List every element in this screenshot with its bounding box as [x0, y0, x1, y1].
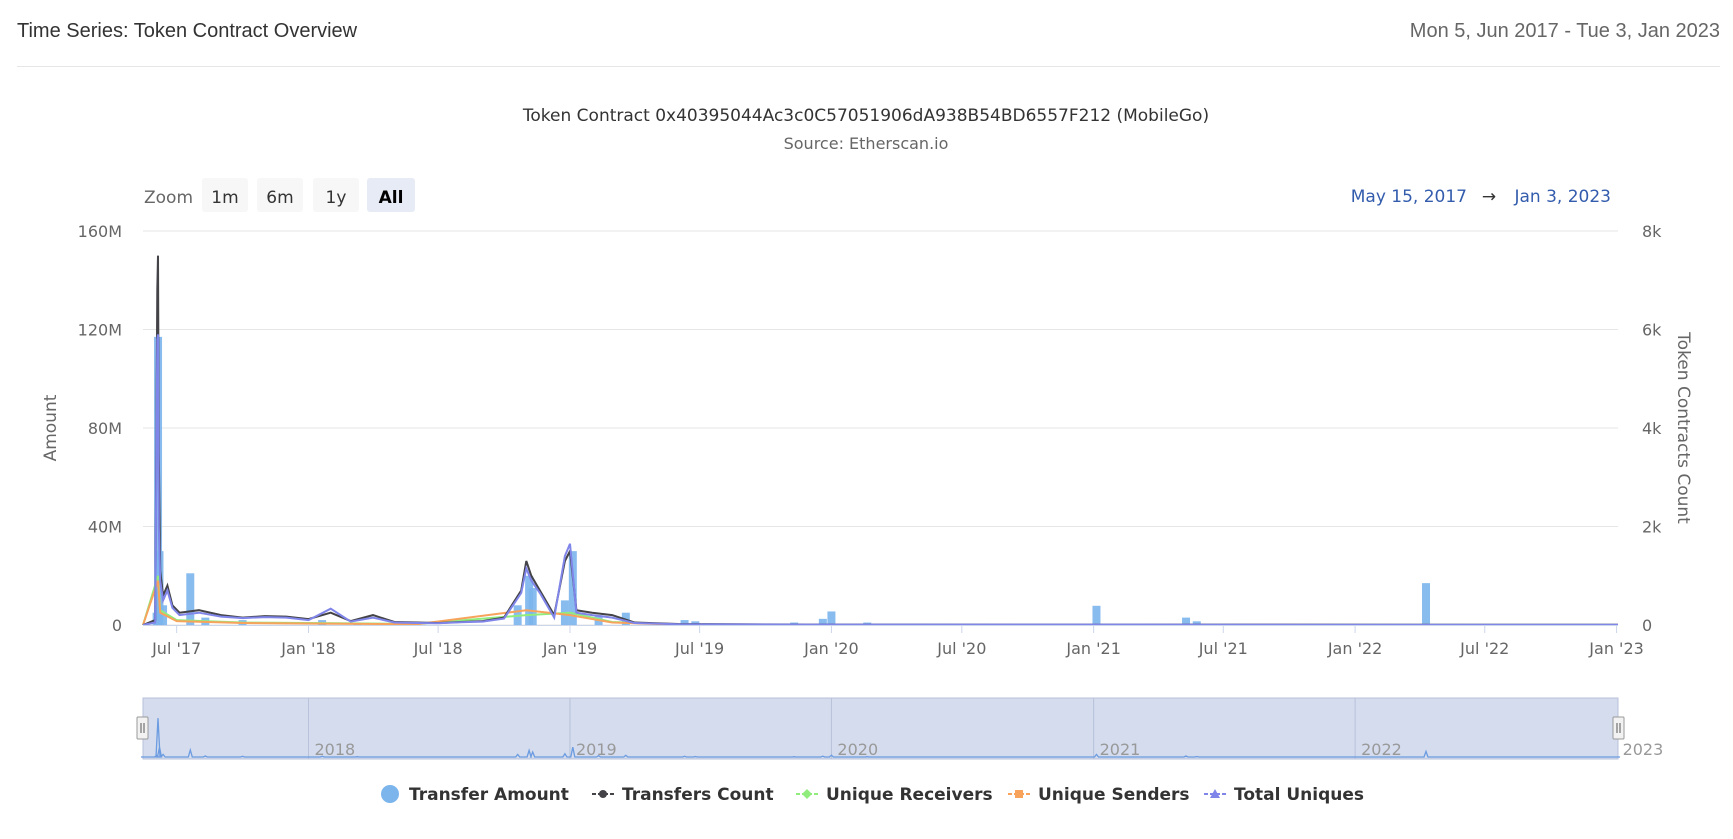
x-axis-tick-label: Jan '20: [803, 639, 859, 658]
navigator-right-handle[interactable]: [1612, 716, 1625, 740]
navigator-year-label: 2023: [1623, 740, 1664, 759]
legend-transfers-count-symbol: [599, 790, 607, 798]
zoom-label: Zoom: [144, 188, 193, 208]
legend-unique-senders[interactable]: Unique Senders: [1008, 785, 1190, 805]
transfer-amount-bar[interactable]: [1422, 583, 1431, 625]
navigator-year-label: 2018: [314, 740, 355, 759]
legend-total-uniques-label: Total Uniques: [1234, 785, 1364, 805]
legend-unique-senders-symbol: [1015, 790, 1023, 798]
transfers-count-line[interactable]: [142, 255, 1619, 626]
x-axis: Jul '17 Jan '18 Jul '18 Jan '19 Jul '19 Jan '…: [143, 625, 1644, 658]
x-axis-tick-label: Jul '19: [674, 639, 724, 658]
y-axis-right: 0 2k 4k 6k 8k: [1642, 222, 1662, 635]
range-to-date[interactable]: Jan 3, 2023: [1514, 187, 1612, 207]
range-arrow: →: [1482, 187, 1496, 207]
range-from-date[interactable]: May 15, 2017: [1351, 187, 1467, 207]
legend-total-uniques[interactable]: Total Uniques: [1204, 785, 1364, 805]
x-axis-tick-label: Jan '19: [542, 639, 598, 658]
x-axis-tick-label: Jul '21: [1198, 639, 1248, 658]
x-axis-tick-label: Jan '23: [1588, 639, 1644, 658]
y-axis-left-tick-label: 40M: [88, 518, 122, 537]
x-axis-tick-label: Jan '22: [1327, 639, 1383, 658]
y-axis-left-tick-label: 80M: [88, 419, 122, 438]
x-axis-tick-label: Jul '17: [151, 639, 201, 658]
legend-transfer-amount[interactable]: Transfer Amount: [381, 785, 569, 805]
chart: Token Contract 0x40395044Ac3c0C57051906d…: [41, 106, 1693, 805]
transfer-amount-bar[interactable]: [1092, 605, 1101, 625]
navigator-year-label: 2019: [576, 740, 617, 759]
y-axis-right-tick-label: 2k: [1642, 518, 1662, 537]
x-axis-tick-label: Jul '20: [936, 639, 986, 658]
chart-title: Token Contract 0x40395044Ac3c0C57051906d…: [522, 106, 1209, 126]
navigator[interactable]: 2018 2019 2020 2021 2022 2023: [136, 697, 1664, 760]
legend-transfer-amount-symbol: [381, 785, 399, 803]
zoom-button-1y[interactable]: 1y: [313, 178, 359, 212]
legend-transfer-amount-label: Transfer Amount: [409, 785, 569, 805]
navigator-left-handle[interactable]: [136, 716, 149, 740]
transfer-amount-bar[interactable]: [528, 588, 537, 625]
navigator-year-label: 2022: [1361, 740, 1402, 759]
y-axis-right-title: Token Contracts Count: [1673, 331, 1693, 524]
y-axis-right-tick-label: 6k: [1642, 321, 1662, 340]
legend-unique-receivers-symbol: [802, 789, 812, 799]
grid-lines: [143, 230, 1618, 626]
y-axis-right-tick-label: 4k: [1642, 419, 1662, 438]
x-axis-tick-label: Jan '18: [280, 639, 336, 658]
transfer-amount-bar[interactable]: [186, 573, 195, 625]
zoom-button-1m-label: 1m: [211, 188, 238, 208]
transfer-amount-bar[interactable]: [827, 611, 836, 625]
zoom-button-1y-label: 1y: [326, 188, 347, 208]
total-uniques-line[interactable]: [142, 334, 1619, 626]
y-axis-right-tick-label: 8k: [1642, 222, 1662, 241]
navigator-year-label: 2021: [1100, 740, 1141, 759]
legend: Transfer Amount Transfers Count Unique R…: [381, 785, 1364, 805]
y-axis-left-title: Amount: [41, 394, 61, 461]
legend-unique-receivers-label: Unique Receivers: [826, 785, 993, 805]
legend-transfers-count-label: Transfers Count: [622, 785, 774, 805]
legend-transfers-count[interactable]: Transfers Count: [592, 785, 774, 805]
zoom-button-6m-label: 6m: [266, 188, 293, 208]
x-axis-tick-label: Jan '21: [1065, 639, 1121, 658]
y-axis-left-tick-label: 0: [112, 616, 122, 635]
zoom-button-1m[interactable]: 1m: [202, 178, 248, 212]
zoom-button-all-label: All: [379, 188, 404, 208]
x-axis-tick-label: Jul '18: [413, 639, 463, 658]
chart-subtitle: Source: Etherscan.io: [784, 134, 949, 153]
y-axis-left-tick-label: 120M: [78, 321, 122, 340]
y-axis-left: 0 40M 80M 120M 160M: [78, 222, 122, 635]
y-axis-left-tick-label: 160M: [78, 222, 122, 241]
range-selector: Zoom 1m 6m 1y All May 15, 2017 → Jan 3, …: [144, 178, 1611, 212]
legend-unique-senders-label: Unique Senders: [1038, 785, 1190, 805]
zoom-button-6m[interactable]: 6m: [257, 178, 303, 212]
plot-area: [142, 255, 1619, 626]
navigator-year-label: 2020: [837, 740, 878, 759]
legend-unique-receivers[interactable]: Unique Receivers: [796, 785, 993, 805]
x-axis-tick-label: Jul '22: [1459, 639, 1509, 658]
zoom-button-all[interactable]: All: [367, 178, 415, 212]
y-axis-right-tick-label: 0: [1642, 616, 1652, 635]
